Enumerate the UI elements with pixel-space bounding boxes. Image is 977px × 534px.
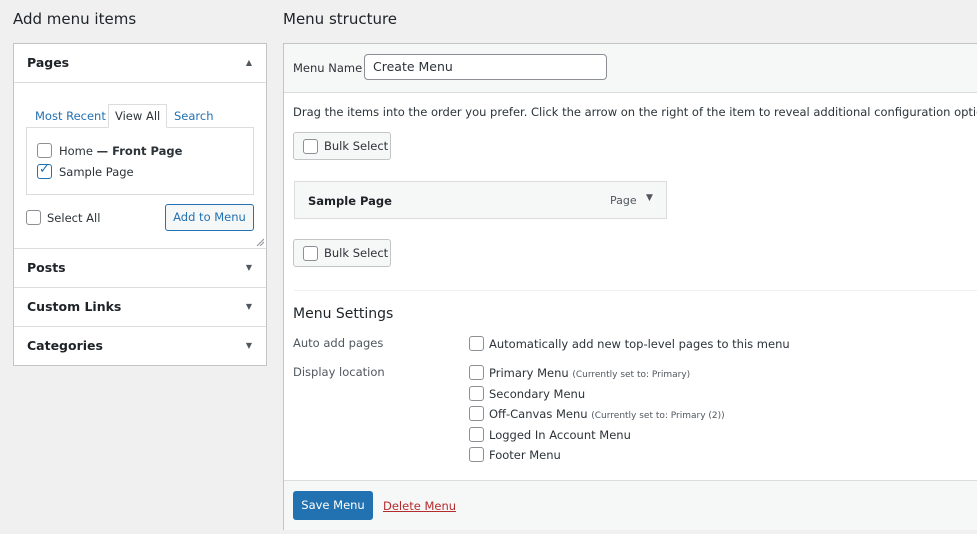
home-page-checkbox[interactable] bbox=[37, 143, 52, 158]
select-all-checkbox[interactable] bbox=[26, 210, 41, 225]
tab-view-all[interactable]: View All bbox=[108, 104, 168, 128]
categories-section-label: Categories bbox=[27, 338, 103, 353]
auto-add-pages-label: Auto add pages bbox=[293, 336, 384, 350]
location-logged-in-label: Logged In Account Menu bbox=[489, 428, 631, 442]
pages-section-header[interactable]: Pages ▲ bbox=[14, 44, 266, 82]
home-page-title: Home bbox=[59, 144, 93, 158]
location-secondary-checkbox[interactable] bbox=[469, 386, 484, 401]
bulk-select-top[interactable]: Bulk Select bbox=[293, 132, 391, 160]
pages-section-body: Most Recent View All Search Home — Front… bbox=[14, 82, 266, 248]
pages-section: Pages ▲ Most Recent View All Search Home… bbox=[14, 44, 266, 249]
menu-name-label: Menu Name bbox=[293, 61, 363, 75]
posts-section: Posts ▼ bbox=[14, 249, 266, 288]
sample-page-label: Sample Page bbox=[59, 165, 134, 179]
menu-instructions: Drag the items into the order you prefer… bbox=[293, 105, 977, 119]
bulk-select-label: Bulk Select bbox=[324, 139, 389, 153]
location-footer-checkbox[interactable] bbox=[469, 447, 484, 462]
caret-down-icon: ▼ bbox=[245, 341, 252, 350]
menu-item-type: Page bbox=[610, 194, 637, 207]
divider bbox=[294, 290, 977, 291]
caret-down-icon: ▼ bbox=[245, 302, 252, 311]
location-off-canvas-checkbox[interactable] bbox=[469, 406, 484, 421]
expand-arrow-icon[interactable]: ▼ bbox=[646, 193, 653, 203]
bulk-select-bottom[interactable]: Bulk Select bbox=[293, 239, 391, 267]
tab-most-recent[interactable]: Most Recent bbox=[35, 105, 106, 127]
pages-checklist: Home — Front Page Sample Page bbox=[26, 127, 254, 195]
delete-menu-link[interactable]: Delete Menu bbox=[383, 499, 456, 513]
location-off-canvas-note: (Currently set to: Primary (2)) bbox=[591, 411, 725, 421]
auto-add-pages-checkbox[interactable] bbox=[469, 336, 484, 351]
location-primary-label: Primary Menu (Currently set to: Primary) bbox=[489, 366, 690, 380]
add-menu-items-accordion: Pages ▲ Most Recent View All Search Home… bbox=[13, 43, 267, 366]
save-menu-button[interactable]: Save Menu bbox=[293, 491, 373, 520]
posts-section-label: Posts bbox=[27, 260, 66, 275]
menu-management-panel: Menu Name Create Menu Drag the items int… bbox=[283, 43, 977, 530]
custom-links-section-header[interactable]: Custom Links ▼ bbox=[14, 288, 266, 326]
home-page-label: Home — Front Page bbox=[59, 144, 182, 158]
custom-links-section-label: Custom Links bbox=[27, 299, 122, 314]
location-off-canvas-label: Off-Canvas Menu (Currently set to: Prima… bbox=[489, 407, 725, 421]
categories-section: Categories ▼ bbox=[14, 327, 266, 365]
pages-section-label: Pages bbox=[27, 55, 70, 70]
menu-item-title: Sample Page bbox=[308, 194, 392, 208]
menu-structure-title: Menu structure bbox=[283, 10, 398, 28]
caret-up-icon: ▲ bbox=[245, 58, 252, 67]
auto-add-pages-option: Automatically add new top-level pages to… bbox=[489, 337, 790, 351]
menu-settings-heading: Menu Settings bbox=[293, 306, 394, 322]
menu-item-sample-page[interactable]: Sample Page Page ▼ bbox=[294, 181, 667, 219]
location-primary-note: (Currently set to: Primary) bbox=[572, 370, 691, 380]
display-location-label: Display location bbox=[293, 365, 385, 379]
location-primary-checkbox[interactable] bbox=[469, 365, 484, 380]
resize-handle-icon[interactable] bbox=[256, 238, 264, 246]
posts-section-header[interactable]: Posts ▼ bbox=[14, 249, 266, 287]
categories-section-header[interactable]: Categories ▼ bbox=[14, 327, 266, 365]
add-menu-items-title: Add menu items bbox=[13, 10, 137, 28]
location-logged-in-checkbox[interactable] bbox=[469, 427, 484, 442]
add-to-menu-button[interactable]: Add to Menu bbox=[165, 204, 254, 231]
bulk-select-checkbox[interactable] bbox=[303, 139, 318, 154]
caret-down-icon: ▼ bbox=[245, 263, 252, 272]
front-page-tag: — Front Page bbox=[96, 144, 183, 158]
tab-search[interactable]: Search bbox=[174, 105, 214, 127]
menu-name-bar: Menu Name Create Menu bbox=[284, 44, 977, 93]
sample-page-checkbox[interactable] bbox=[37, 162, 52, 179]
location-primary-name: Primary Menu bbox=[489, 366, 569, 380]
menu-name-input[interactable]: Create Menu bbox=[364, 54, 607, 80]
select-all-label: Select All bbox=[47, 211, 101, 225]
location-off-canvas-name: Off-Canvas Menu bbox=[489, 407, 588, 421]
bulk-select-label: Bulk Select bbox=[324, 246, 389, 260]
custom-links-section: Custom Links ▼ bbox=[14, 288, 266, 327]
bulk-select-checkbox[interactable] bbox=[303, 246, 318, 261]
location-secondary-label: Secondary Menu bbox=[489, 387, 586, 401]
menu-footer: Save Menu Delete Menu bbox=[284, 480, 977, 530]
location-footer-label: Footer Menu bbox=[489, 448, 561, 462]
